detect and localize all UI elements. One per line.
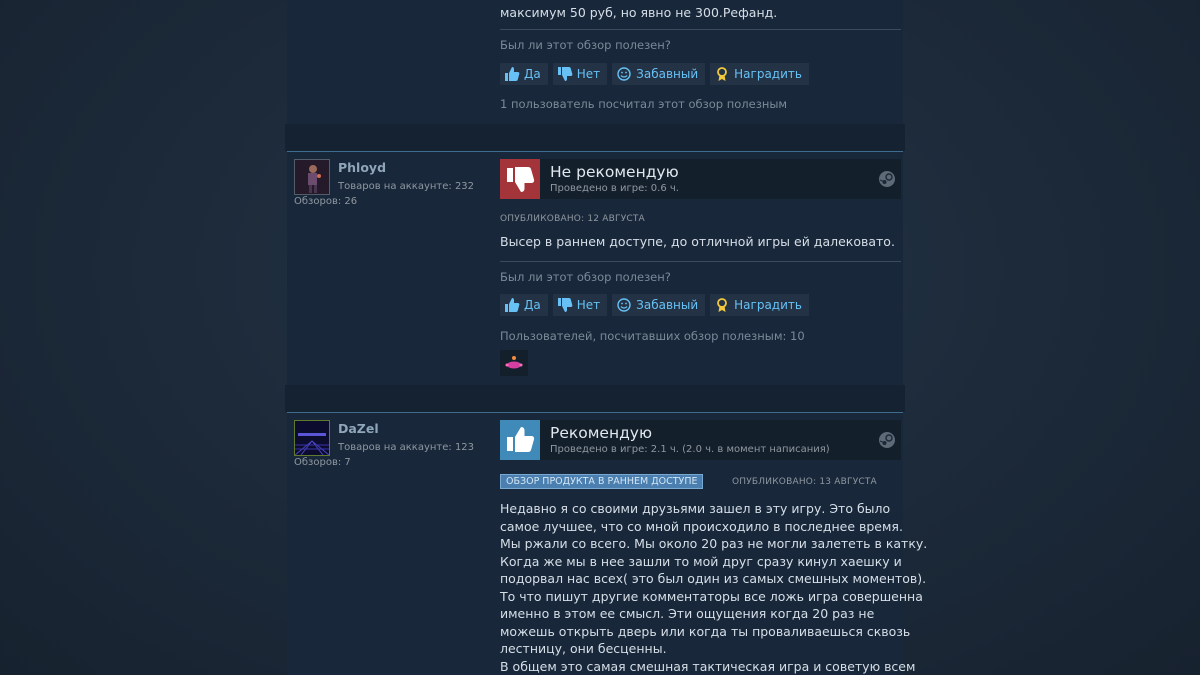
award-icon bbox=[714, 297, 730, 313]
steam-icon bbox=[879, 432, 895, 448]
review-body-line: Мы ржали со всего. Мы около 20 раз не мо… bbox=[500, 536, 928, 551]
review-body-line: можешь открыть дверь или когда ты провал… bbox=[500, 623, 911, 639]
vote-no-label: Нет bbox=[576, 298, 601, 312]
vote-funny-label: Забавный bbox=[636, 67, 699, 81]
vote-funny-label: Забавный bbox=[636, 298, 699, 312]
author-name[interactable]: Phloyd bbox=[338, 160, 386, 175]
award-icon bbox=[714, 66, 730, 82]
award-button[interactable]: Наградить bbox=[710, 294, 809, 316]
thumbs-down-icon bbox=[557, 297, 573, 313]
thumbs-up-icon bbox=[504, 66, 520, 82]
vote-funny-button[interactable]: Забавный bbox=[612, 294, 706, 316]
vote-header[interactable]: Рекомендую Проведено в игре: 2.1 ч. (2.0… bbox=[500, 420, 901, 460]
vote-yes-label: Да bbox=[524, 298, 541, 312]
review-card-2: Phloyd Товаров на аккаунте: 232 Обзоров:… bbox=[287, 151, 903, 385]
review-card-1: максимум 50 руб, но явно не 300.Рефанд. … bbox=[287, 0, 903, 124]
thumbs-up-icon bbox=[500, 420, 540, 460]
review-body: Недавно я со своими друзьями зашел в эту… bbox=[500, 500, 928, 675]
early-access-badge: ОБЗОР ПРОДУКТА В РАННЕМ ДОСТУПЕ bbox=[500, 474, 704, 489]
review-body-line: максимум 50 руб, но явно не 300.Рефанд. bbox=[500, 5, 778, 20]
review-verdict: Не рекомендую bbox=[550, 163, 679, 181]
divider bbox=[500, 261, 901, 262]
hours-played: Проведено в игре: 2.1 ч. (2.0 ч. в момен… bbox=[550, 444, 830, 455]
review-body-line: Высер в раннем доступе, до отличной игры… bbox=[500, 234, 895, 249]
vote-no-label: Нет bbox=[576, 67, 601, 81]
review-body-line: То что пишут другие комментаторы все лож… bbox=[500, 588, 923, 604]
helpful-question: Был ли этот обзор полезен? bbox=[500, 270, 671, 284]
review-body-line: лестницу, они бесценны. bbox=[500, 641, 667, 656]
review-body: Высер в раннем доступе, до отличной игры… bbox=[500, 233, 900, 251]
award-button[interactable]: Наградить bbox=[710, 63, 809, 85]
author-games-count: Товаров на аккаунте: 123 bbox=[338, 442, 475, 453]
award-label: Наградить bbox=[734, 298, 802, 312]
review-body-line: Когда же мы в нее зашли то мой друг сраз… bbox=[500, 553, 902, 569]
vote-yes-button[interactable]: Да bbox=[500, 63, 548, 85]
helpful-count: Пользователей, посчитавших обзор полезны… bbox=[500, 329, 805, 343]
author-reviews-count: Обзоров: 26 bbox=[294, 196, 358, 207]
review-body-line: Недавно я со своими друзьями зашел в эту… bbox=[500, 501, 891, 516]
review-verdict: Рекомендую bbox=[550, 424, 653, 442]
received-award-icon[interactable] bbox=[500, 350, 528, 376]
vote-buttons: Да Нет Забавный Наградить bbox=[500, 294, 809, 316]
smiley-icon bbox=[616, 297, 632, 313]
review-body-line: подорвал нас всех( это был один из самых… bbox=[500, 571, 927, 586]
smiley-icon bbox=[616, 66, 632, 82]
vote-no-button[interactable]: Нет bbox=[552, 63, 608, 85]
vote-funny-button[interactable]: Забавный bbox=[612, 63, 706, 85]
review-body-line: самое лучшее, что со мной происходило в … bbox=[500, 518, 903, 534]
review-body-line: именно в этом ее смысл. Эти ощущения ког… bbox=[500, 606, 875, 621]
vote-yes-button[interactable]: Да bbox=[500, 294, 548, 316]
author-games-count: Товаров на аккаунте: 232 bbox=[338, 181, 475, 192]
vote-buttons: Да Нет Забавный Наградить bbox=[500, 63, 809, 85]
review-separator bbox=[285, 124, 905, 151]
review-separator bbox=[285, 385, 905, 412]
author-reviews-count: Обзоров: 7 bbox=[294, 457, 351, 468]
thumbs-up-icon bbox=[504, 297, 520, 313]
hours-played: Проведено в игре: 0.6 ч. bbox=[550, 183, 679, 194]
divider bbox=[500, 29, 901, 30]
review-body-line: В общем это самая смешная тактическая иг… bbox=[500, 658, 916, 674]
reviews-column: максимум 50 руб, но явно не 300.Рефанд. … bbox=[285, 0, 928, 675]
thumbs-down-icon bbox=[500, 159, 540, 199]
award-label: Наградить bbox=[734, 67, 802, 81]
avatar[interactable] bbox=[294, 420, 330, 456]
posted-date: ОПУБЛИКОВАНО: 12 АВГУСТА bbox=[500, 214, 645, 224]
steam-icon bbox=[879, 171, 895, 187]
helpful-question: Был ли этот обзор полезен? bbox=[500, 38, 671, 52]
helpful-count: 1 пользователь посчитал этот обзор полез… bbox=[500, 97, 788, 111]
review-body: максимум 50 руб, но явно не 300.Рефанд. bbox=[500, 4, 900, 22]
posted-date: ОПУБЛИКОВАНО: 13 АВГУСТА bbox=[732, 477, 877, 487]
vote-yes-label: Да bbox=[524, 67, 541, 81]
vote-no-button[interactable]: Нет bbox=[552, 294, 608, 316]
avatar[interactable] bbox=[294, 159, 330, 195]
author-name[interactable]: DaZel bbox=[338, 421, 379, 436]
review-card-3: DaZel Товаров на аккаунте: 123 Обзоров: … bbox=[287, 412, 928, 675]
vote-header[interactable]: Не рекомендую Проведено в игре: 0.6 ч. bbox=[500, 159, 901, 199]
thumbs-down-icon bbox=[557, 66, 573, 82]
